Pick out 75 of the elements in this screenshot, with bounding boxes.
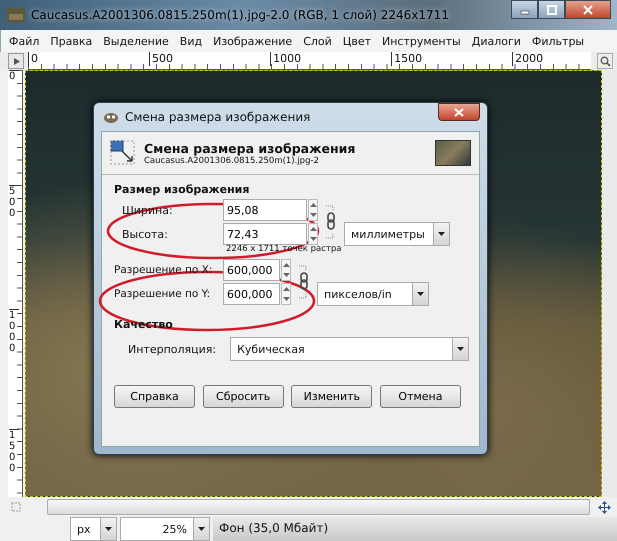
- move-arrows-icon: [598, 500, 611, 514]
- unit-dropdown[interactable]: пикселов/in: [317, 282, 429, 306]
- menu-item[interactable]: Слой: [303, 34, 332, 48]
- selection-icon: [11, 502, 21, 512]
- maximize-button[interactable]: [538, 0, 565, 19]
- down-arrow-icon: [310, 213, 316, 217]
- ruler-label: 1000: [270, 52, 302, 66]
- gimp-mascot-icon: [103, 110, 119, 124]
- up-arrow-icon: [310, 203, 316, 207]
- spin-buttons[interactable]: [281, 259, 291, 281]
- navigate-button[interactable]: [8, 53, 24, 69]
- close-button[interactable]: [565, 0, 611, 19]
- down-arrow-icon: [282, 297, 290, 301]
- field-label: Разрешение по Y:: [114, 288, 210, 300]
- ruler-label: 0: [28, 52, 38, 66]
- minimize-button[interactable]: [511, 0, 538, 19]
- close-button[interactable]: [438, 103, 480, 121]
- dropdown-arrow-icon: [417, 292, 424, 296]
- dropdown-arrow-icon: [457, 347, 464, 351]
- ruler-label: 2000: [512, 52, 544, 66]
- dialog-button[interactable]: Сбросить: [202, 385, 284, 408]
- menu-item[interactable]: Файл: [9, 34, 40, 48]
- play-icon: [12, 56, 20, 66]
- down-arrow-icon: [310, 237, 316, 241]
- window-title: Caucasus.A2001306.0815.250m(1).jpg-2.0 (RGB, 1 слой) 2246x1711: [31, 8, 449, 22]
- unit-dropdown[interactable]: миллиметры: [344, 222, 450, 246]
- image-thumbnail: [435, 140, 471, 166]
- interpolation-dropdown[interactable]: Кубическая: [230, 337, 469, 361]
- up-arrow-icon: [282, 263, 290, 267]
- zoom-button[interactable]: [597, 53, 613, 69]
- dropdown-arrow-icon: [105, 527, 112, 531]
- layer-info: Фон (35,0 Мбайт): [213, 517, 617, 541]
- dialog-button[interactable]: Изменить: [291, 385, 372, 408]
- unit-dropdown[interactable]: px: [70, 517, 117, 541]
- field-label: Высота:: [121, 228, 168, 240]
- menu-item[interactable]: Вид: [180, 34, 202, 48]
- dropdown-arrow-icon: [438, 232, 445, 236]
- image-thumbnail-icon: [7, 8, 25, 22]
- menu-item[interactable]: Цвет: [342, 34, 371, 48]
- menu-item[interactable]: Фильтры: [532, 34, 584, 48]
- section-title: Размер изображения: [114, 183, 250, 196]
- dropdown-arrow-icon: [198, 527, 205, 531]
- spin-buttons[interactable]: [308, 199, 318, 221]
- dialog-button[interactable]: Справка: [114, 385, 195, 408]
- number-field[interactable]: 600,000: [223, 283, 280, 305]
- menu-item[interactable]: Изображение: [213, 34, 292, 48]
- ruler-label: 500: [9, 185, 19, 220]
- field-label: Интерполяция:: [128, 342, 216, 356]
- spin-buttons[interactable]: [281, 283, 291, 305]
- image-filename: Caucasus.A2001306.0815.250m(1).jpg-2: [144, 156, 319, 166]
- zoom-dropdown[interactable]: 25%: [120, 517, 210, 541]
- close-icon: [583, 4, 593, 14]
- menu-item[interactable]: Правка: [50, 34, 92, 48]
- ruler-label: 1500: [9, 428, 19, 474]
- horizontal-scrollbar[interactable]: [47, 499, 590, 515]
- dialog-heading: Смена размера изображения: [144, 140, 356, 156]
- ruler-label: 500: [149, 52, 174, 66]
- close-icon: [454, 108, 464, 116]
- dialog-title: Смена размера изображения: [125, 110, 310, 124]
- spin-buttons[interactable]: [308, 223, 318, 245]
- ruler-label: 1000: [9, 309, 19, 354]
- down-arrow-icon: [282, 273, 290, 277]
- number-field[interactable]: 95,08: [223, 199, 307, 221]
- number-field[interactable]: 600,000: [223, 259, 280, 281]
- ruler-label: 0: [9, 70, 19, 82]
- up-arrow-icon: [310, 227, 316, 231]
- magnifier-icon: [600, 56, 610, 66]
- number-field[interactable]: 72,43: [223, 223, 307, 245]
- dialog-button[interactable]: Отмена: [380, 385, 461, 408]
- menu-item[interactable]: Выделение: [103, 34, 169, 48]
- maximize-icon: [546, 4, 556, 14]
- menu-item[interactable]: Диалоги: [472, 34, 521, 48]
- ruler-label: 1500: [391, 52, 422, 66]
- up-arrow-icon: [282, 287, 290, 291]
- menu-item[interactable]: Инструменты: [382, 34, 461, 48]
